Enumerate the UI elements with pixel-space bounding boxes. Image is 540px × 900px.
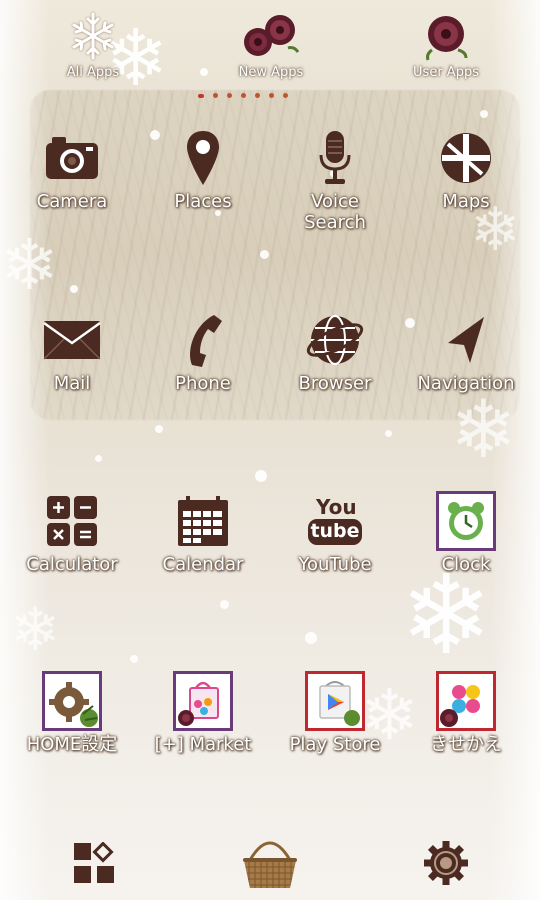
top-bar: All Apps New Apps User Apps — [0, 0, 540, 100]
map-pin-icon — [137, 125, 269, 191]
snowflake-icon — [33, 8, 153, 63]
map-icon — [400, 125, 532, 191]
page-dot — [269, 93, 274, 98]
youtube-logo-you: You — [316, 495, 357, 519]
flower-icon — [386, 8, 506, 63]
settings-gear-icon — [424, 841, 468, 885]
page-dot — [255, 93, 260, 98]
home-settings-label: HOME設定 — [26, 734, 118, 755]
app-browser[interactable]: Browser — [269, 307, 401, 394]
user-apps-label: User Apps — [413, 65, 479, 80]
app-youtube[interactable]: You tube YouTube — [269, 488, 401, 575]
home-settings-gear-icon — [6, 668, 138, 734]
calendar-label: Calendar — [162, 554, 244, 575]
app-market[interactable]: [+] Market — [137, 668, 269, 755]
dock — [0, 820, 540, 900]
maps-label: Maps — [442, 191, 490, 212]
flower-icon — [211, 8, 331, 63]
theme-dots-icon — [400, 668, 532, 734]
snow-dot — [155, 425, 163, 433]
clock-label: Clock — [441, 554, 491, 575]
shopping-bag-icon — [137, 668, 269, 734]
camera-label: Camera — [36, 191, 108, 212]
page-dot — [241, 93, 246, 98]
calendar-icon — [137, 488, 269, 554]
basket-icon — [243, 841, 297, 888]
page-indicator[interactable] — [198, 93, 288, 98]
places-label: Places — [174, 191, 232, 212]
app-maps[interactable]: Maps — [400, 125, 532, 212]
snow-dot — [220, 600, 229, 609]
app-phone[interactable]: Phone — [137, 307, 269, 394]
page-dot — [227, 93, 232, 98]
app-home-settings[interactable]: HOME設定 — [6, 668, 138, 755]
navigation-arrow-icon — [400, 307, 532, 373]
app-navigation[interactable]: Navigation — [400, 307, 532, 394]
snow-dot — [255, 470, 267, 482]
app-clock[interactable]: Clock — [400, 488, 532, 575]
all-apps-label: All Apps — [66, 65, 120, 80]
page-dot — [213, 93, 218, 98]
navigation-label: Navigation — [417, 373, 515, 394]
calculator-label: Calculator — [26, 554, 118, 575]
app-calculator[interactable]: Calculator — [6, 488, 138, 575]
app-mail[interactable]: Mail — [6, 307, 138, 394]
globe-icon — [269, 307, 401, 373]
browser-label: Browser — [298, 373, 372, 394]
snow-dot — [305, 632, 317, 644]
youtube-logo-tube: tube — [308, 519, 362, 545]
calculator-icon — [6, 488, 138, 554]
app-voice-search[interactable]: Voice Search — [269, 125, 401, 233]
snow-dot — [130, 655, 138, 663]
snow-dot — [70, 285, 78, 293]
camera-icon — [6, 125, 138, 191]
user-apps-button[interactable]: User Apps — [386, 8, 506, 80]
app-camera[interactable]: Camera — [6, 125, 138, 212]
app-calendar[interactable]: Calendar — [137, 488, 269, 575]
page-dot — [283, 93, 288, 98]
snow-dot — [260, 250, 269, 259]
phone-handset-icon — [137, 307, 269, 373]
snowflake-decoration: ❄ — [0, 224, 59, 306]
mail-label: Mail — [53, 373, 91, 394]
snow-dot — [480, 110, 488, 118]
app-play-store[interactable]: Play Store — [269, 668, 401, 755]
envelope-icon — [6, 307, 138, 373]
youtube-icon: You tube — [269, 488, 401, 554]
alarm-clock-icon — [400, 488, 532, 554]
phone-label: Phone — [175, 373, 231, 394]
snow-dot — [385, 430, 392, 437]
new-apps-button[interactable]: New Apps — [211, 8, 331, 80]
new-apps-label: New Apps — [238, 65, 304, 80]
dock-app-drawer-button[interactable] — [44, 828, 144, 898]
app-places[interactable]: Places — [137, 125, 269, 212]
market-label: [+] Market — [154, 734, 252, 755]
page-dot-current — [198, 94, 204, 98]
dock-settings-button[interactable] — [396, 828, 496, 898]
voice-search-label: Voice Search — [304, 191, 366, 233]
app-kisekae[interactable]: きせかえ — [400, 668, 532, 755]
snowflake-decoration: ❄ — [10, 595, 61, 665]
microphone-icon — [269, 125, 401, 191]
snowflake-decoration: ❄ — [450, 383, 518, 476]
kisekae-label: きせかえ — [430, 734, 502, 755]
play-store-icon — [269, 668, 401, 734]
snowflake-decoration: ❄ — [400, 551, 493, 679]
youtube-label: YouTube — [298, 554, 372, 575]
play-store-label: Play Store — [289, 734, 381, 755]
all-apps-button[interactable]: All Apps — [33, 8, 153, 80]
dock-basket-button[interactable] — [220, 828, 320, 898]
apps-grid-icon — [74, 842, 114, 883]
snow-dot — [95, 455, 102, 462]
